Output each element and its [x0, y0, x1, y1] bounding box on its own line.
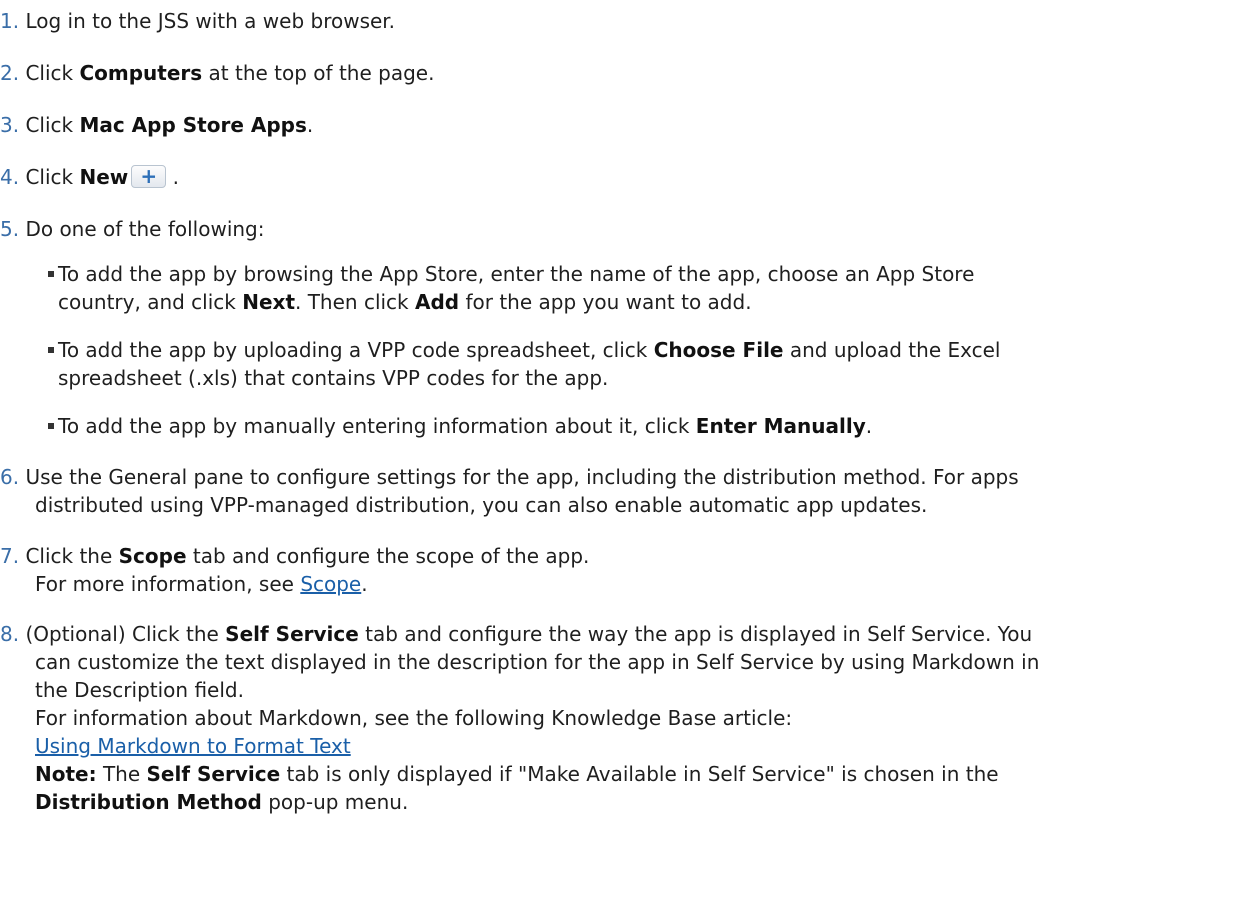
step-text: (Optional) Click the — [25, 622, 226, 646]
list-item: To add the app by uploading a VPP code s… — [0, 336, 1259, 392]
step-4: 4. Click New + . — [0, 163, 1259, 191]
bullet-text: country, and click — [58, 290, 243, 314]
step-text: For more information, see — [35, 572, 301, 596]
ui-term: Add — [415, 290, 460, 314]
ui-term: Computers — [79, 61, 203, 85]
step-7: 7. Click the Scope tab and configure the… — [0, 542, 1259, 598]
step-6: 6. Use the General pane to configure set… — [0, 463, 1259, 519]
step-number: 1. — [0, 9, 20, 33]
ui-term: Scope — [118, 544, 187, 568]
step-number: 3. — [0, 113, 20, 137]
step-text: . — [306, 113, 314, 137]
step-text: Click — [25, 61, 80, 85]
ui-term: Self Service — [146, 762, 281, 786]
step-text: Click — [25, 165, 80, 189]
bullet-icon — [48, 271, 54, 277]
step-number: 5. — [0, 217, 20, 241]
step-text: For information about Markdown, see the … — [35, 706, 793, 730]
bullet-text: To add the app by uploading a VPP code s… — [58, 338, 654, 362]
markdown-link[interactable]: Using Markdown to Format Text — [35, 734, 351, 758]
ui-term: Distribution Method — [35, 790, 262, 814]
step-text: Do one of the following: — [25, 217, 265, 241]
scope-link[interactable]: Scope — [300, 572, 361, 596]
step-3: 3. Click Mac App Store Apps. — [0, 111, 1259, 139]
step-5: 5. Do one of the following: — [0, 215, 1259, 243]
bullet-icon — [48, 423, 54, 429]
step-number: 8. — [0, 622, 20, 646]
step-text: Log in to the JSS with a web browser. — [25, 9, 396, 33]
plus-icon: + — [131, 165, 167, 188]
step-number: 2. — [0, 61, 20, 85]
ui-term: Mac App Store Apps — [79, 113, 307, 137]
step-text: distributed using VPP-managed distributi… — [35, 493, 928, 517]
step-2: 2. Click Computers at the top of the pag… — [0, 59, 1259, 87]
step-text: . — [361, 572, 368, 596]
step-text: pop-up menu. — [261, 790, 409, 814]
note-label: Note: — [35, 762, 97, 786]
step-text: Click — [25, 113, 80, 137]
ui-term: New — [79, 165, 129, 189]
bullet-text: . Then click — [295, 290, 415, 314]
step-number: 6. — [0, 465, 20, 489]
list-item: To add the app by browsing the App Store… — [0, 260, 1259, 316]
step-text: tab is only displayed if "Make Available… — [280, 762, 999, 786]
step-text: Use the General pane to configure settin… — [25, 465, 1019, 489]
step-1: 1. Log in to the JSS with a web browser. — [0, 7, 1259, 35]
step-text: the Description field. — [35, 678, 244, 702]
bullet-text: and upload the Excel — [783, 338, 1001, 362]
bullet-text: spreadsheet (.xls) that contains VPP cod… — [58, 366, 609, 390]
bullet-text: for the app you want to add. — [459, 290, 752, 314]
ui-term: Enter Manually — [695, 414, 866, 438]
list-item: To add the app by manually entering info… — [0, 412, 1259, 440]
bullet-icon — [48, 347, 54, 353]
ui-term: Self Service — [225, 622, 359, 646]
step-number: 7. — [0, 544, 20, 568]
ui-term: Next — [242, 290, 295, 314]
step-text: at the top of the page. — [202, 61, 435, 85]
step-number: 4. — [0, 165, 20, 189]
step-text: tab and configure the way the app is dis… — [358, 622, 1033, 646]
bullet-text: To add the app by manually entering info… — [58, 414, 696, 438]
step-text: can customize the text displayed in the … — [35, 650, 1040, 674]
step-text: The — [96, 762, 147, 786]
bullet-text: . — [865, 414, 873, 438]
step-text: tab and configure the scope of the app. — [186, 544, 590, 568]
step-8: 8. (Optional) Click the Self Service tab… — [0, 620, 1259, 816]
step-text: . — [166, 165, 179, 189]
step-text: Click the — [25, 544, 119, 568]
bullet-text: To add the app by browsing the App Store… — [58, 262, 975, 286]
ui-term: Choose File — [653, 338, 784, 362]
document: 1. Log in to the JSS with a web browser.… — [0, 0, 1259, 919]
